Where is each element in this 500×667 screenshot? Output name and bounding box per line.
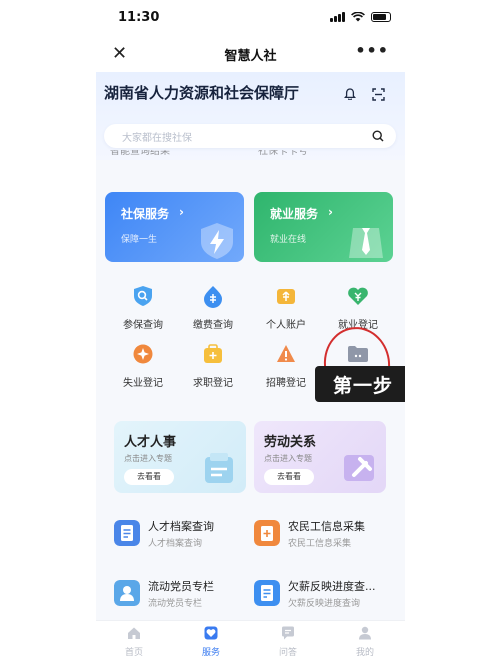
recruit-icon	[277, 345, 295, 362]
service-item-subtitle: 农民工信息采集	[288, 539, 352, 549]
archive-icon	[114, 520, 140, 546]
step-annotation-label: 第一步	[332, 375, 393, 397]
wifi-icon	[351, 12, 365, 22]
scrolled-item-right: 社保卡卡号	[258, 150, 308, 157]
id-card-icon	[205, 453, 233, 483]
chevron-right-icon: ›	[328, 205, 333, 219]
service-item-subtitle: 欠薪反映进度查询	[288, 599, 361, 609]
service-item-subtitle: 流动党员专栏	[148, 599, 203, 609]
search-input[interactable]: 大家都在搜社保	[104, 124, 396, 148]
pay-icon	[204, 286, 222, 308]
service-heart-icon	[204, 626, 218, 640]
tab-label: 我的	[355, 648, 374, 658]
scan-icon[interactable]	[372, 88, 385, 101]
talent-personnel-card[interactable]: 人才人事 点击进入专题 去看看	[114, 421, 246, 493]
grid-item-personal-account[interactable]: 个人账户	[251, 284, 321, 331]
grid-item-insurance-query[interactable]: 参保查询	[108, 284, 178, 331]
grid-item-unemployment-registration[interactable]: 失业登记	[108, 342, 178, 389]
screenshot-frame: 11:30 ✕ 智慧人社 ••• 湖南省人力资源和社会保障厅 大家都在搜社保 智…	[0, 0, 500, 667]
home-icon	[128, 627, 140, 639]
shield-bolt-icon	[201, 223, 233, 259]
more-dots-icon[interactable]: •••	[355, 41, 389, 60]
status-icons	[330, 12, 391, 22]
suit-tie-icon	[349, 228, 383, 258]
social-security-card[interactable]: 社保服务 › 保障一生	[105, 192, 244, 262]
department-title: 湖南省人力资源和社会保障厅	[104, 84, 300, 102]
grid-item-label: 失业登记	[123, 378, 163, 389]
service-item-title: 流动党员专栏	[148, 580, 214, 593]
signal-icon	[330, 12, 345, 22]
promo-title: 劳动关系	[264, 435, 317, 450]
bell-icon[interactable]	[344, 88, 356, 100]
battery-icon	[371, 12, 391, 22]
status-time: 11:30	[118, 10, 160, 25]
service-item-mobile-party-member[interactable]: 流动党员专栏 流动党员专栏	[114, 578, 254, 614]
go-see-button[interactable]: 去看看	[264, 469, 314, 485]
wallet-icon	[277, 289, 295, 304]
nav-bar: ✕ 智慧人社 •••	[96, 36, 405, 72]
tab-bar: 首页 服务 问答 我的	[96, 620, 405, 667]
service-item-title: 农民工信息采集	[288, 520, 365, 533]
step-annotation: 第一步	[315, 366, 405, 402]
service-item-wage-arrears-progress[interactable]: 欠薪反映进度查... 欠薪反映进度查询	[254, 578, 394, 614]
grid-item-label: 缴费查询	[193, 320, 233, 331]
tab-home[interactable]: 首页	[109, 626, 159, 658]
tab-label: 首页	[124, 648, 143, 658]
service-item-title: 欠薪反映进度查...	[288, 580, 376, 593]
unemployment-icon	[133, 344, 153, 364]
go-see-button[interactable]: 去看看	[124, 469, 174, 485]
card-subtitle: 保障一生	[121, 235, 158, 245]
tab-qa[interactable]: 问答	[263, 626, 313, 658]
search-placeholder: 大家都在搜社保	[122, 133, 192, 144]
hammer-icon	[344, 455, 374, 481]
grid-item-recruitment-registration[interactable]: 招聘登记	[251, 342, 321, 389]
employment-card[interactable]: 就业服务 › 就业在线	[254, 192, 393, 262]
heart-yen-icon	[348, 287, 368, 305]
promo-title: 人才人事	[124, 435, 177, 450]
grid-item-employment-registration[interactable]: 就业登记	[323, 284, 393, 331]
job-seek-icon	[204, 344, 222, 363]
card-title: 社保服务	[121, 207, 170, 221]
grid-item-label: 求职登记	[193, 378, 233, 389]
labor-relations-card[interactable]: 劳动关系 点击进入专题 去看看	[254, 421, 386, 493]
card-title: 就业服务	[270, 207, 319, 221]
user-icon	[359, 626, 371, 640]
promo-subtitle: 点击进入专题	[124, 454, 172, 463]
progress-doc-icon	[254, 580, 280, 606]
tab-mine[interactable]: 我的	[340, 626, 390, 658]
tab-service[interactable]: 服务	[186, 626, 236, 658]
card-subtitle: 就业在线	[270, 235, 307, 245]
tab-label: 问答	[278, 648, 297, 658]
grid-item-label: 参保查询	[123, 320, 163, 331]
service-item-talent-archive[interactable]: 人才档案查询 人才档案查询	[114, 518, 254, 554]
chevron-right-icon: ›	[179, 205, 184, 219]
grid-item-job-seeking-registration[interactable]: 求职登记	[178, 342, 248, 389]
grid-item-payment-query[interactable]: 缴费查询	[178, 284, 248, 331]
promo-subtitle: 点击进入专题	[264, 454, 312, 463]
service-item-title: 人才档案查询	[148, 520, 214, 533]
status-bar: 11:30	[96, 0, 405, 36]
shield-search-icon	[134, 286, 152, 306]
service-item-migrant-worker[interactable]: 农民工信息采集 农民工信息采集	[254, 518, 394, 554]
tab-label: 服务	[201, 648, 220, 658]
party-member-icon	[114, 580, 140, 606]
search-icon[interactable]	[372, 130, 384, 142]
grid-item-label: 招聘登记	[266, 378, 306, 389]
scrolled-item-left: 智能查询结果	[110, 150, 170, 157]
grid-item-label: 个人账户	[266, 320, 306, 331]
service-item-subtitle: 人才档案查询	[148, 539, 203, 549]
collect-icon	[254, 520, 280, 546]
phone-screen: 11:30 ✕ 智慧人社 ••• 湖南省人力资源和社会保障厅 大家都在搜社保 智…	[96, 0, 405, 667]
chat-icon	[282, 626, 294, 640]
